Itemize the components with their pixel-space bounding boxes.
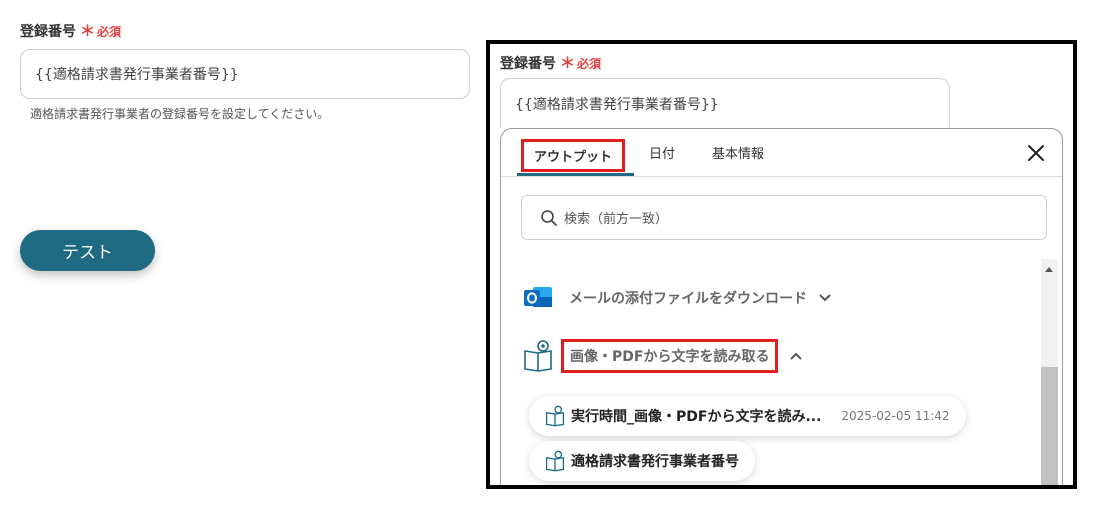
field-label-text: 登録番号 — [500, 56, 556, 72]
ocr-book-icon — [524, 340, 552, 372]
registration-number-label: 登録番号＊必須 — [20, 20, 121, 41]
group-label: 画像・PDFから文字を読み取る — [561, 339, 779, 373]
output-item-execution-time[interactable]: 実行時間_画像・PDFから文字を読み... 2025-02-05 11:42 — [529, 396, 966, 436]
zoom-registration-number-input[interactable]: {{適格請求書発行事業者番号}} — [500, 78, 950, 128]
ocr-book-icon — [545, 450, 565, 472]
search-icon — [541, 209, 557, 226]
close-icon[interactable] — [1026, 143, 1046, 163]
input-value: {{適格請求書発行事業者番号}} — [35, 67, 239, 83]
tab-basic-info[interactable]: 基本情報 — [712, 143, 764, 162]
zoom-registration-number-label: 登録番号＊必須 — [500, 52, 601, 73]
scroll-thumb[interactable] — [1041, 367, 1058, 485]
field-label-text: 登録番号 — [20, 24, 76, 40]
tab-output[interactable]: アウトプット — [521, 139, 626, 172]
search-placeholder: 検索（前方一致） — [564, 212, 669, 227]
group-ocr-read-text[interactable]: 画像・PDFから文字を読み取る — [523, 339, 803, 373]
output-item-registration-number[interactable]: 適格請求書発行事業者番号 — [529, 441, 755, 481]
registration-number-input[interactable]: {{適格請求書発行事業者番号}} — [20, 49, 470, 99]
zoom-frame: 登録番号＊必須 {{適格請求書発行事業者番号}} アウトプット 日付 基本情報 … — [486, 40, 1077, 489]
scrollbar[interactable] — [1041, 259, 1058, 485]
search-input[interactable]: 検索（前方一致） — [521, 195, 1047, 240]
tab-bar: アウトプット 日付 基本情報 — [501, 129, 1062, 177]
help-text: 適格請求書発行事業者の登録番号を設定してください。 — [30, 107, 330, 121]
tab-date[interactable]: 日付 — [649, 143, 675, 162]
input-value: {{適格請求書発行事業者番号}} — [515, 96, 719, 113]
group-download-attachments[interactable]: メールの添付ファイルをダウンロード — [523, 284, 831, 312]
required-badge: ＊必須 — [80, 22, 122, 40]
item-timestamp: 2025-02-05 11:42 — [841, 409, 950, 423]
outlook-icon — [524, 287, 552, 307]
required-badge: ＊必須 — [560, 54, 602, 72]
scroll-up-arrow[interactable] — [1045, 267, 1053, 272]
chevron-down-icon[interactable] — [819, 294, 831, 302]
item-label: 実行時間_画像・PDFから文字を読み... — [571, 409, 822, 425]
item-label: 適格請求書発行事業者番号 — [571, 454, 739, 470]
variable-picker-popup: アウトプット 日付 基本情報 検索（前方一致） メールの添付ファイルをダウンロー… — [500, 128, 1063, 485]
group-label: メールの添付ファイルをダウンロード — [569, 291, 807, 307]
ocr-book-icon — [545, 405, 565, 427]
test-button[interactable]: テスト — [20, 230, 155, 271]
chevron-up-icon[interactable] — [790, 352, 803, 360]
active-tab-indicator — [517, 173, 634, 176]
